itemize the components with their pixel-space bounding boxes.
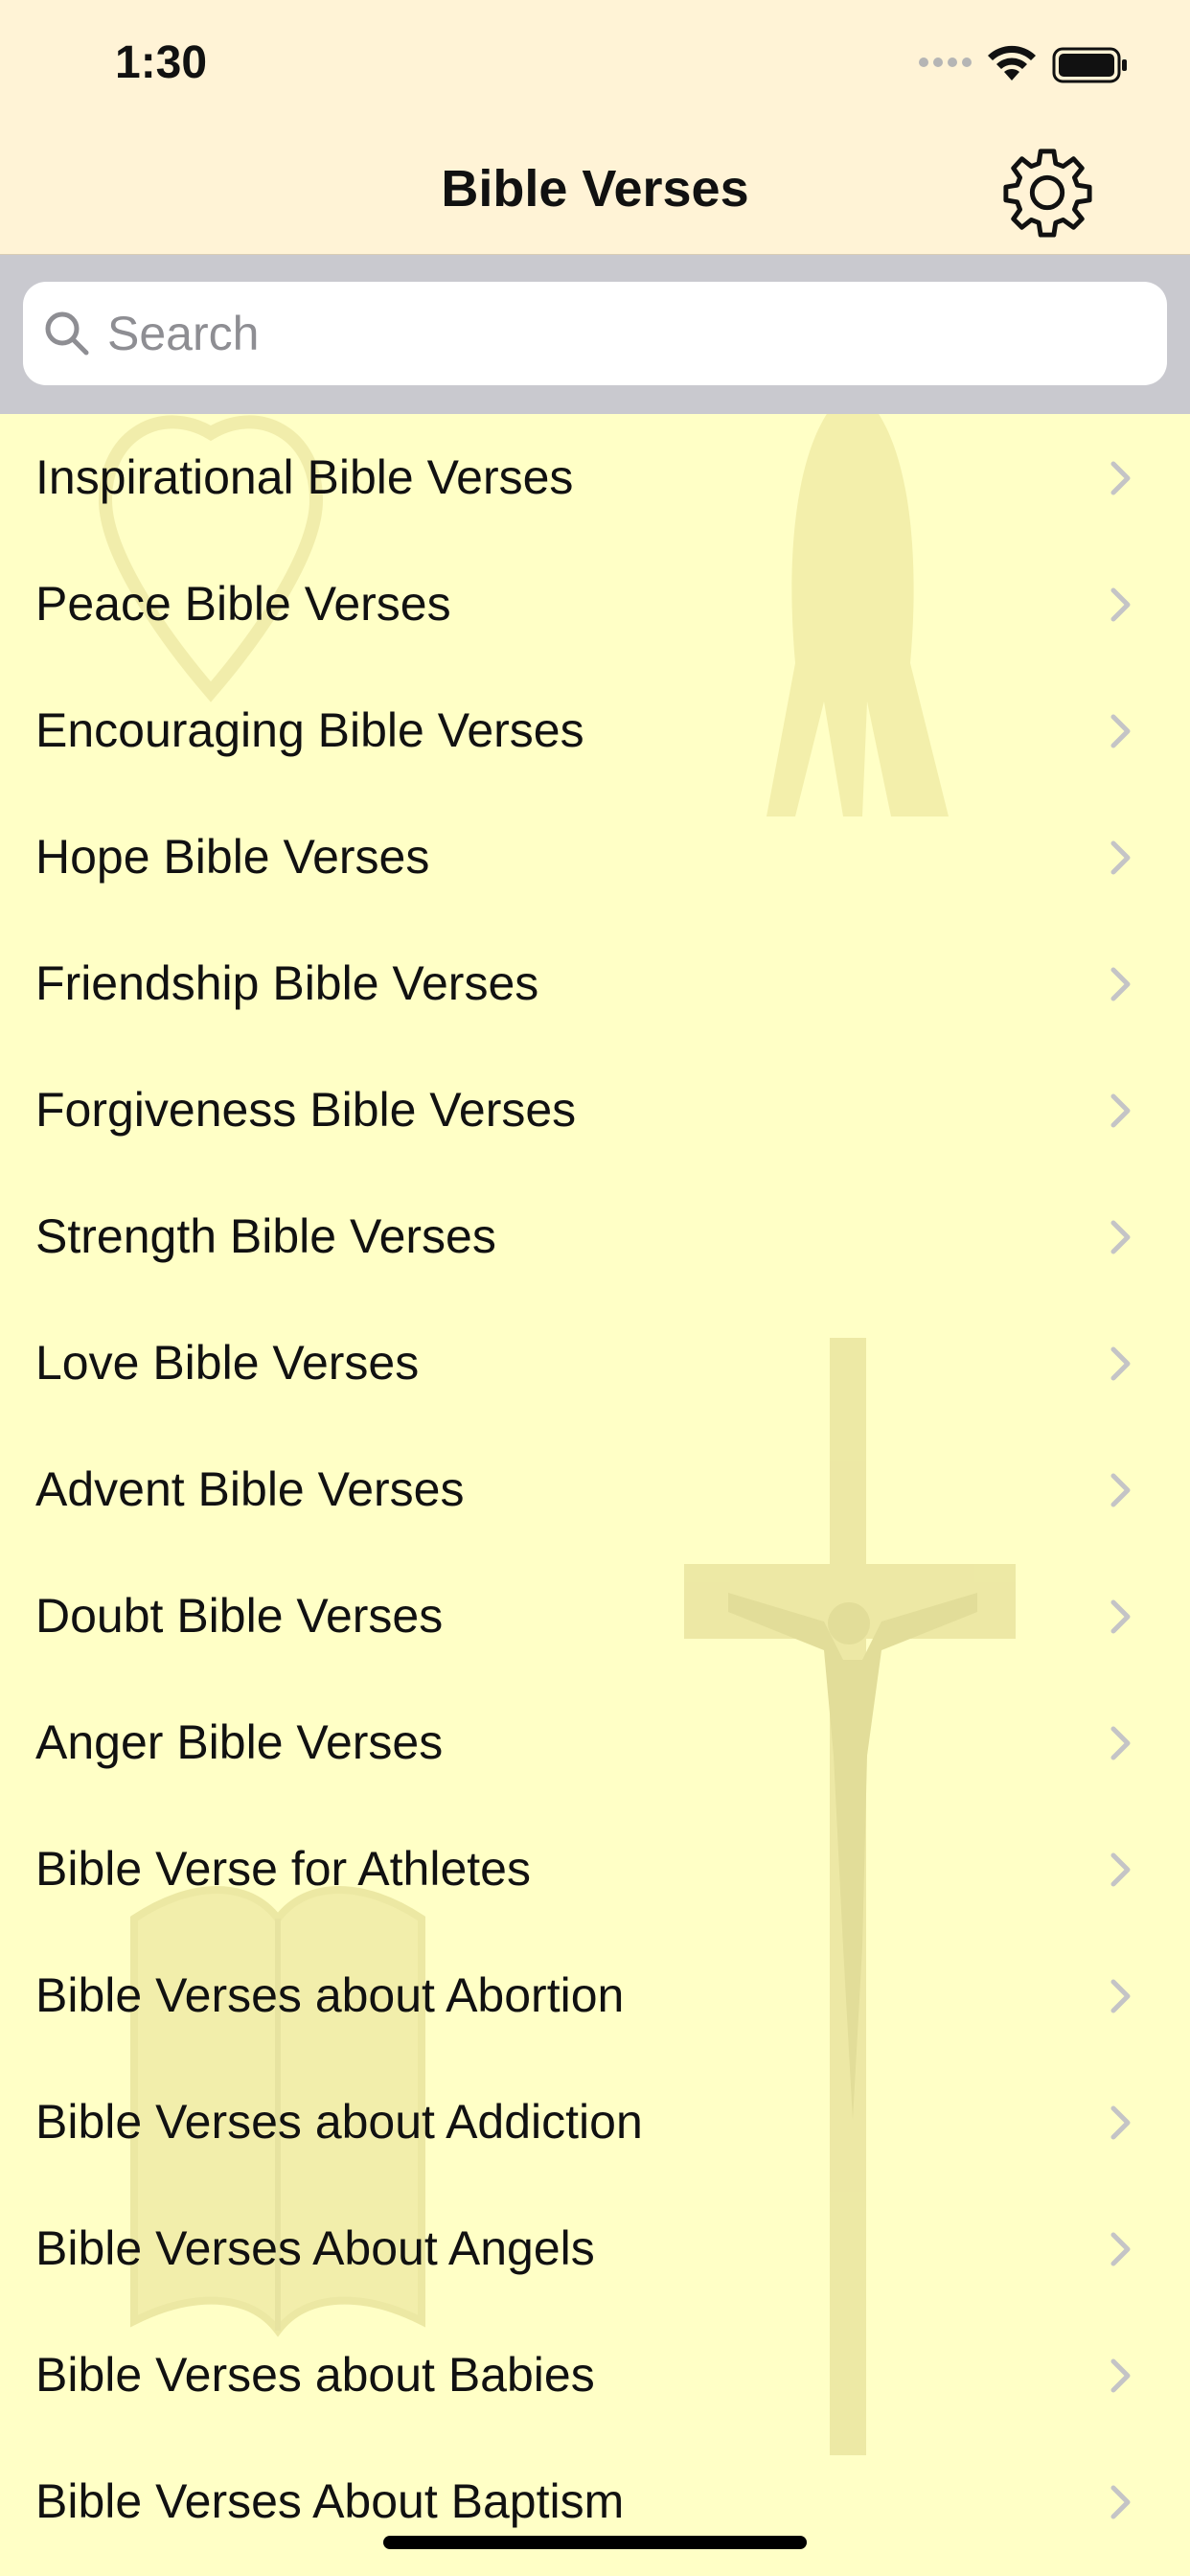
list-item[interactable]: Peace Bible Verses (0, 540, 1190, 667)
gear-icon (1003, 149, 1092, 238)
list-item[interactable]: Bible Verses about Abortion (0, 1932, 1190, 2058)
list-item[interactable]: Friendship Bible Verses (0, 920, 1190, 1046)
list-item-label: Anger Bible Verses (35, 1715, 444, 1769)
chevron-right-icon (1110, 2358, 1131, 2393)
search-icon (45, 311, 89, 356)
chevron-right-icon (1110, 1093, 1131, 1128)
list-item-label: Inspirational Bible Verses (35, 450, 574, 504)
chevron-right-icon (1110, 840, 1131, 875)
list-item[interactable]: Bible Verse for Athletes (0, 1806, 1190, 1932)
chevron-right-icon (1110, 1852, 1131, 1887)
search-bar (0, 255, 1190, 414)
list-item[interactable]: Anger Bible Verses (0, 1679, 1190, 1806)
list-item-label: Bible Verses about Addiction (35, 2095, 643, 2149)
status-bar: 1:30 (0, 0, 1190, 130)
list-item[interactable]: Forgiveness Bible Verses (0, 1046, 1190, 1173)
list-item[interactable]: Bible Verses about Addiction (0, 2058, 1190, 2185)
screen: 1:30 Bible Verses Search Inspirational B… (0, 0, 1190, 2576)
settings-button[interactable] (996, 142, 1098, 243)
chevron-right-icon (1110, 1979, 1131, 2013)
chevron-right-icon (1110, 1346, 1131, 1381)
status-time: 1:30 (115, 37, 208, 88)
chevron-right-icon (1110, 967, 1131, 1001)
chevron-right-icon (1110, 2232, 1131, 2266)
wifi-icon (988, 45, 1036, 80)
list-item[interactable]: Love Bible Verses (0, 1300, 1190, 1426)
chevron-right-icon (1110, 587, 1131, 622)
list-item-label: Bible Verse for Athletes (35, 1842, 531, 1896)
list-item-label: Bible Verses About Angels (35, 2221, 595, 2275)
list-item[interactable]: Inspirational Bible Verses (0, 414, 1190, 540)
signal-icon (919, 58, 972, 67)
search-input[interactable] (107, 295, 1142, 372)
chevron-right-icon (1110, 1599, 1131, 1634)
chevron-right-icon (1110, 1220, 1131, 1254)
list-item[interactable]: Bible Verses about Babies (0, 2312, 1190, 2438)
list-item-label: Hope Bible Verses (35, 830, 430, 884)
navigation-bar: Bible Verses (0, 130, 1190, 255)
list-item[interactable]: Encouraging Bible Verses (0, 667, 1190, 794)
chevron-right-icon (1110, 2105, 1131, 2140)
list-item-label: Advent Bible Verses (35, 1462, 465, 1516)
list-item[interactable]: Doubt Bible Verses (0, 1552, 1190, 1679)
home-indicator[interactable] (383, 2536, 807, 2549)
chevron-right-icon (1110, 1726, 1131, 1760)
list-item-label: Peace Bible Verses (35, 577, 451, 631)
list-item-label: Forgiveness Bible Verses (35, 1083, 577, 1137)
list-item[interactable]: Strength Bible Verses (0, 1173, 1190, 1300)
list-item[interactable]: Advent Bible Verses (0, 1426, 1190, 1552)
verse-category-list: Inspirational Bible Verses Peace Bible V… (0, 414, 1190, 2564)
search-field[interactable] (23, 282, 1167, 385)
list-item-label: Friendship Bible Verses (35, 956, 539, 1010)
list-item-label: Strength Bible Verses (35, 1209, 496, 1263)
chevron-right-icon (1110, 714, 1131, 748)
list-item-label: Love Bible Verses (35, 1336, 420, 1390)
list-item[interactable]: Hope Bible Verses (0, 794, 1190, 920)
list-item-label: Bible Verses about Abortion (35, 1968, 625, 2022)
chevron-right-icon (1110, 461, 1131, 495)
chevron-right-icon (1110, 1473, 1131, 1507)
list-item[interactable]: Bible Verses About Angels (0, 2185, 1190, 2312)
list-item-label: Bible Verses About Baptism (35, 2474, 625, 2528)
chevron-right-icon (1110, 2485, 1131, 2519)
battery-icon (1052, 47, 1127, 83)
list-item-label: Encouraging Bible Verses (35, 703, 584, 757)
list-item-label: Doubt Bible Verses (35, 1589, 444, 1643)
list-item-label: Bible Verses about Babies (35, 2348, 595, 2402)
